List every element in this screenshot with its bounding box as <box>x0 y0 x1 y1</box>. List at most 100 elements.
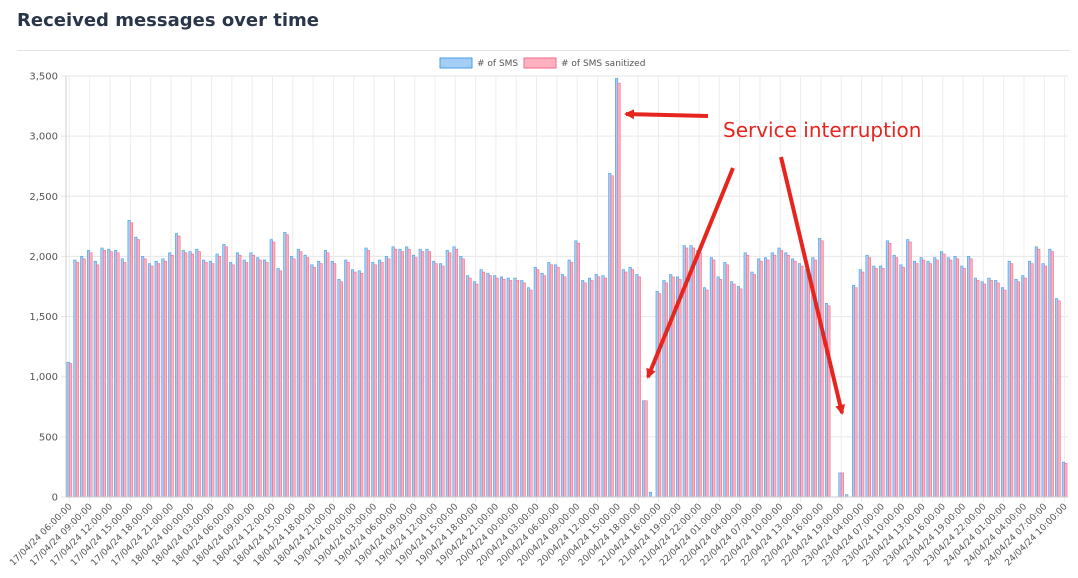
bar-sms-sanitized[interactable] <box>366 250 371 498</box>
bar-sms-sanitized[interactable] <box>360 272 364 498</box>
bar-sms[interactable] <box>648 491 652 498</box>
bar-sms-sanitized[interactable] <box>1064 463 1068 498</box>
bar-sms[interactable] <box>899 264 903 498</box>
bar-sms-sanitized[interactable] <box>597 276 601 498</box>
bar-sms[interactable] <box>703 287 707 498</box>
bar-sms[interactable] <box>513 277 517 498</box>
bar-sms[interactable] <box>885 240 889 498</box>
bar-sms-sanitized[interactable] <box>732 283 736 498</box>
bar-sms[interactable] <box>432 260 436 498</box>
bar-sms[interactable] <box>953 256 957 498</box>
bar-sms[interactable] <box>107 248 111 498</box>
bar-sms-sanitized[interactable] <box>888 242 892 498</box>
bar-sms-sanitized[interactable] <box>1037 248 1041 498</box>
bar-sms[interactable] <box>879 265 883 498</box>
legend-label-sanitized[interactable]: # of SMS sanitized <box>561 59 645 69</box>
bar-sms-sanitized[interactable] <box>556 266 560 498</box>
bar-sms[interactable] <box>730 281 734 498</box>
bar-sms-sanitized[interactable] <box>136 239 140 498</box>
bar-sms[interactable] <box>797 263 801 498</box>
bar-sms-sanitized[interactable] <box>326 252 330 498</box>
bar-sms-sanitized[interactable] <box>712 259 716 498</box>
bar-sms[interactable] <box>1014 278 1018 498</box>
bar-sms-sanitized[interactable] <box>610 175 614 498</box>
bar-sms-sanitized[interactable] <box>779 250 784 498</box>
bar-sms[interactable] <box>290 256 294 498</box>
bar-sms-sanitized[interactable] <box>915 263 919 498</box>
bar-sms-sanitized[interactable] <box>874 268 878 498</box>
bar-sms[interactable] <box>940 251 944 498</box>
bar-sms-sanitized[interactable] <box>583 282 587 498</box>
bar-sms-sanitized[interactable] <box>427 251 431 498</box>
bar-sms-sanitized[interactable] <box>143 258 147 498</box>
bar-sms[interactable] <box>554 264 558 498</box>
bar-sms[interactable] <box>174 233 179 498</box>
bar-sms-sanitized[interactable] <box>218 256 222 498</box>
bar-sms-sanitized[interactable] <box>976 280 980 498</box>
bar-sms-sanitized[interactable] <box>123 262 127 498</box>
legend-swatch-sanitized[interactable] <box>523 57 557 69</box>
bar-sms-sanitized[interactable] <box>238 254 242 498</box>
bar-sms[interactable] <box>709 257 713 498</box>
bar-sms[interactable] <box>642 400 646 498</box>
bar-sms[interactable] <box>892 254 896 498</box>
bar-sms-sanitized[interactable] <box>346 262 350 498</box>
bar-sms-sanitized[interactable] <box>698 252 702 498</box>
bar-sms[interactable] <box>574 240 578 498</box>
bar-sms-sanitized[interactable] <box>454 248 459 498</box>
legend-label-sms[interactable]: # of SMS <box>477 59 518 69</box>
bar-sms[interactable] <box>256 257 260 498</box>
bar-sms[interactable] <box>425 248 429 498</box>
bar-sms[interactable] <box>283 232 287 498</box>
bar-sms-sanitized[interactable] <box>908 241 912 498</box>
bar-sms-sanitized[interactable] <box>800 265 804 498</box>
bar-sms[interactable] <box>479 269 483 498</box>
bar-sms[interactable] <box>371 262 375 498</box>
bar-sms[interactable] <box>154 260 158 498</box>
bar-sms[interactable] <box>120 258 124 498</box>
bar-sms[interactable] <box>520 280 524 498</box>
bar-sms[interactable] <box>662 280 666 498</box>
bar-sms-sanitized[interactable] <box>983 283 987 498</box>
bar-sms[interactable] <box>1048 248 1052 498</box>
bar-sms-sanitized[interactable] <box>522 282 526 498</box>
bar-sms[interactable] <box>86 250 90 498</box>
bar-sms[interactable] <box>615 78 619 498</box>
bar-sms-sanitized[interactable] <box>861 271 865 498</box>
bar-sms-sanitized[interactable] <box>373 264 377 498</box>
bar-sms[interactable] <box>418 248 422 498</box>
bar-sms-sanitized[interactable] <box>928 263 932 498</box>
bar-sms[interactable] <box>439 263 443 498</box>
bar-sms[interactable] <box>838 472 842 498</box>
bar-sms-sanitized[interactable] <box>231 264 235 498</box>
bar-sms-sanitized[interactable] <box>75 262 79 498</box>
bar-sms-sanitized[interactable] <box>719 278 723 498</box>
bar-sms-sanitized[interactable] <box>157 263 161 498</box>
bar-sms[interactable] <box>208 260 212 498</box>
bar-sms[interactable] <box>581 280 585 498</box>
bar-sms[interactable] <box>872 265 876 498</box>
bar-sms[interactable] <box>466 275 470 498</box>
bar-sms[interactable] <box>100 247 104 498</box>
bar-sms[interactable] <box>384 256 388 498</box>
bar-sms[interactable] <box>296 248 300 498</box>
bar-sms[interactable] <box>134 236 138 498</box>
bar-sms-sanitized[interactable] <box>258 259 262 498</box>
bar-sms[interactable] <box>777 247 781 498</box>
bar-sms[interactable] <box>1034 246 1038 498</box>
bar-sms[interactable] <box>1000 287 1004 498</box>
bar-sms[interactable] <box>601 275 605 498</box>
bar-sms-sanitized[interactable] <box>658 293 662 498</box>
bar-sms[interactable] <box>757 258 761 498</box>
bar-sms-sanitized[interactable] <box>867 257 872 498</box>
bar-sms[interactable] <box>215 253 219 498</box>
bar-sms[interactable] <box>689 245 693 498</box>
bar-sms-sanitized[interactable] <box>109 251 113 498</box>
bar-sms-sanitized[interactable] <box>895 257 899 498</box>
bar-sms[interactable] <box>912 260 916 498</box>
bar-sms[interactable] <box>655 291 659 498</box>
bar-sms[interactable] <box>269 239 273 498</box>
bar-sms-sanitized[interactable] <box>177 235 181 498</box>
bar-sms[interactable] <box>202 259 206 498</box>
bar-sms[interactable] <box>635 274 639 498</box>
